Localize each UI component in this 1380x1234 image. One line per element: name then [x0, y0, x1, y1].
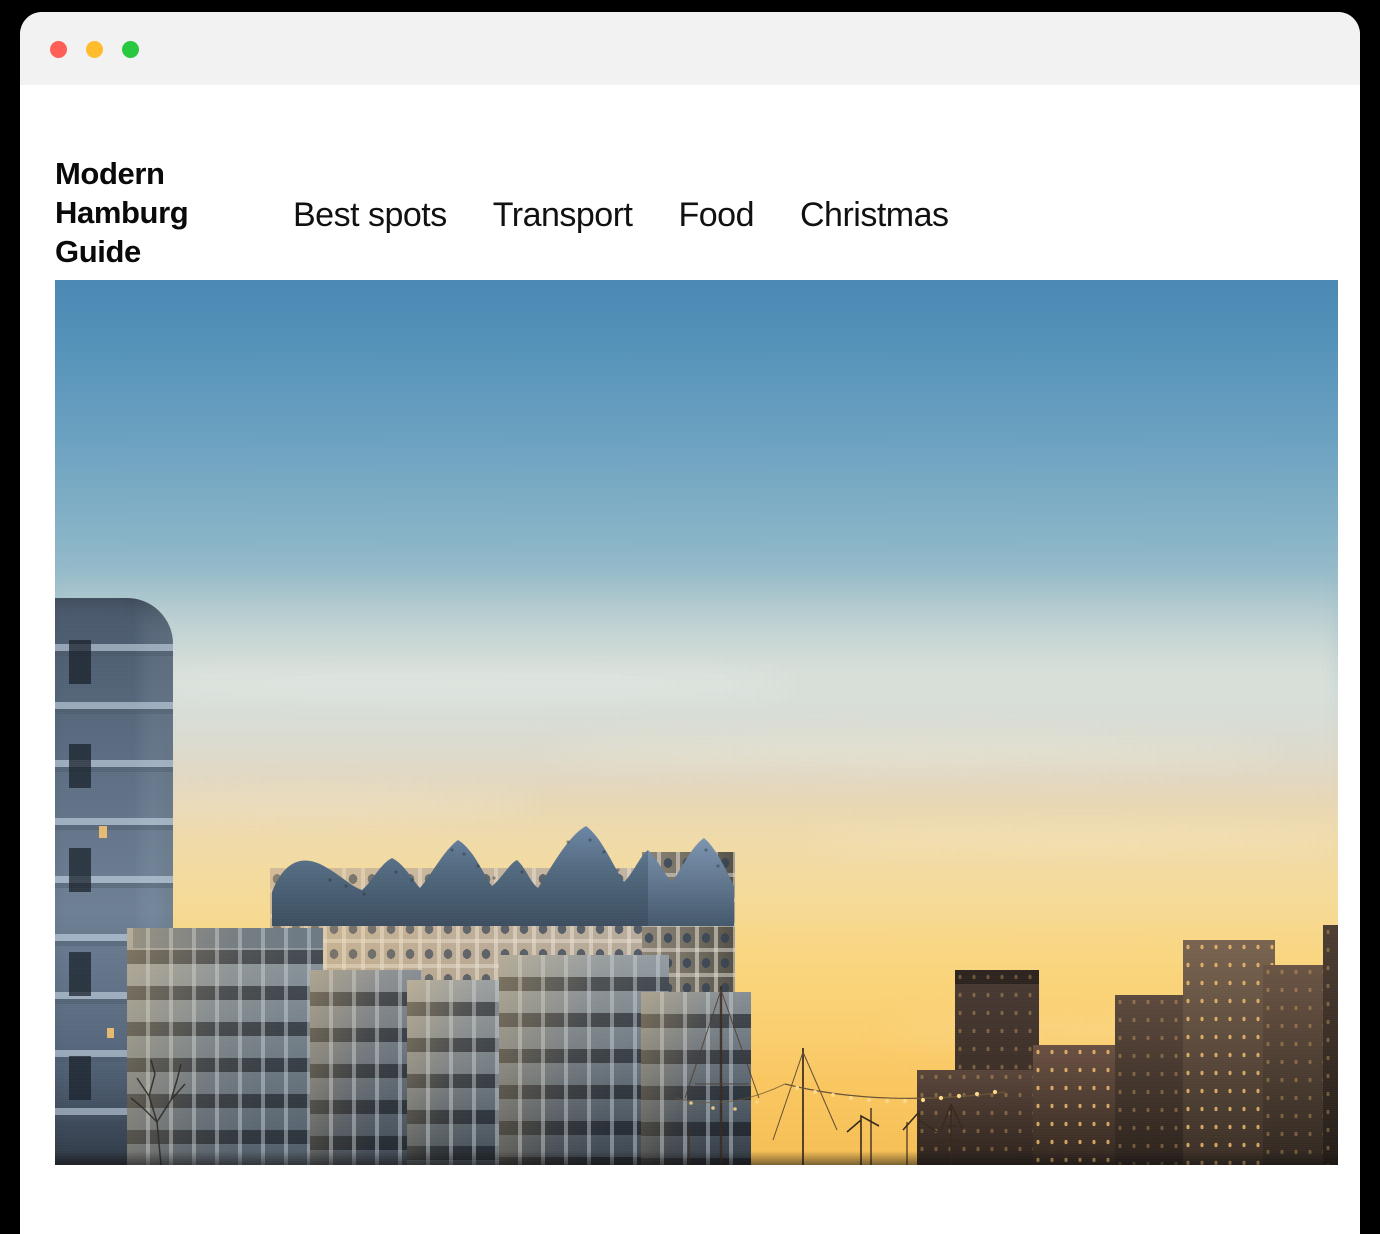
block-sunset-glow	[407, 980, 509, 1165]
hero-image	[55, 280, 1338, 1165]
window-controls	[50, 41, 139, 58]
skyline-block	[1183, 940, 1275, 1165]
bare-tree	[130, 1059, 186, 1165]
cloud-streak	[131, 669, 800, 698]
close-window-icon[interactable]	[50, 41, 67, 58]
skyline-block	[1033, 1045, 1123, 1165]
maximize-window-icon[interactable]	[122, 41, 139, 58]
harbour-masts-and-cranes	[675, 986, 1005, 1165]
window-titlebar	[20, 12, 1360, 85]
tower-window	[69, 952, 91, 996]
hero-photo-canvas	[55, 280, 1338, 1165]
main-navigation: Best spots Transport Food Christmas	[293, 198, 949, 232]
tower-window	[69, 744, 91, 788]
skyline-block	[1323, 925, 1338, 1165]
nav-link-christmas[interactable]: Christmas	[800, 198, 949, 232]
block-sunset-glow	[310, 970, 422, 1165]
brand-line-2: Hamburg	[55, 195, 189, 230]
site-logo[interactable]: Modern Hamburg Guide	[55, 154, 293, 271]
minimize-window-icon[interactable]	[86, 41, 103, 58]
block-window-grid	[1323, 925, 1338, 1165]
page-content: Modern Hamburg Guide Best spots Transpor…	[20, 85, 1360, 1234]
apartment-block	[310, 970, 422, 1165]
brand-line-1: Modern	[55, 156, 165, 191]
tower-window	[69, 848, 91, 892]
skyline-block	[1115, 995, 1193, 1165]
nav-link-best-spots[interactable]: Best spots	[293, 198, 447, 232]
block-window-grid	[1183, 940, 1275, 1165]
block-window-grid	[1033, 1045, 1123, 1165]
foreground-shadow	[55, 1151, 1338, 1165]
apartment-block	[407, 980, 509, 1165]
tower-window	[69, 640, 91, 684]
tower-lit-window	[99, 826, 107, 838]
cloud-streak	[799, 828, 1338, 850]
block-window-grid	[1115, 995, 1193, 1165]
site-header: Modern Hamburg Guide Best spots Transpor…	[20, 85, 1360, 280]
nav-link-transport[interactable]: Transport	[493, 198, 633, 232]
elbphilharmonie-wave-roof	[272, 826, 734, 926]
tower-lit-window	[107, 1028, 114, 1038]
nav-link-food[interactable]: Food	[678, 198, 754, 232]
brand-line-3: Guide	[55, 234, 141, 269]
tower-window	[69, 1056, 91, 1100]
browser-window: Modern Hamburg Guide Best spots Transpor…	[20, 12, 1360, 1234]
